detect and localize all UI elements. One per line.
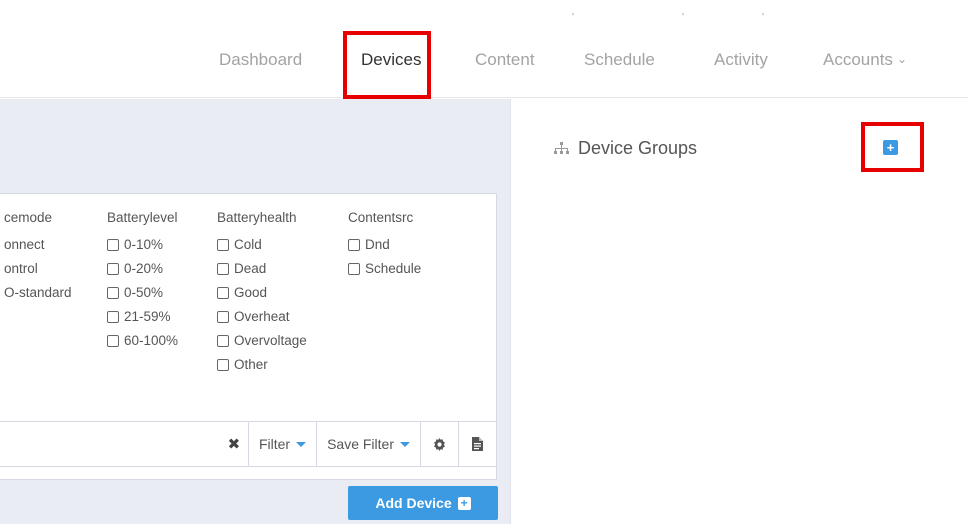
filter-column-header: Contentsrc xyxy=(348,210,414,225)
device-list-panel: cemode onnect ontrol O-standard Batteryl… xyxy=(0,99,511,524)
add-device-group-button[interactable]: + xyxy=(883,140,898,155)
close-icon[interactable]: ✖ xyxy=(220,422,248,466)
filter-option[interactable]: ontrol xyxy=(4,257,72,281)
filter-option[interactable]: Cold xyxy=(217,233,307,257)
caret-down-icon xyxy=(400,441,410,447)
nav-item-accounts[interactable]: Accounts ⌄ xyxy=(823,50,907,70)
decorative-dot: ' xyxy=(572,12,574,23)
checkbox[interactable] xyxy=(217,335,229,347)
add-device-label: Add Device xyxy=(375,495,452,511)
settings-button[interactable] xyxy=(420,422,458,466)
filter-column-batteryhealth: Batteryhealth Cold Dead Good Overheat Ov… xyxy=(217,210,307,377)
filter-option[interactable]: O-standard xyxy=(4,281,72,305)
filter-option[interactable]: Dnd xyxy=(348,233,421,257)
checkbox-label: Dead xyxy=(234,261,267,276)
filter-option[interactable]: Overvoltage xyxy=(217,329,307,353)
checkbox-label: 0-20% xyxy=(124,261,164,276)
save-filter-label: Save Filter xyxy=(327,436,394,452)
search-toolbar: ✖ Filter Save Filter xyxy=(0,421,497,467)
filter-column-header: cemode xyxy=(4,210,53,225)
checkbox[interactable] xyxy=(217,287,229,299)
device-groups-header: Device Groups xyxy=(553,138,697,159)
add-device-button[interactable]: Add Device + xyxy=(348,486,498,520)
device-groups-title: Device Groups xyxy=(578,138,698,158)
checkbox[interactable] xyxy=(107,311,119,323)
checkbox[interactable] xyxy=(107,335,119,347)
search-input[interactable] xyxy=(0,422,220,466)
top-nav: ' ' ' Dashboard Devices Content Schedule… xyxy=(0,0,968,98)
filter-column-header: Batterylevel xyxy=(107,210,178,225)
checkbox[interactable] xyxy=(217,311,229,323)
plus-square-icon: + xyxy=(457,496,471,510)
filter-option[interactable]: 60-100% xyxy=(107,329,178,353)
decorative-dot: ' xyxy=(762,12,764,23)
filter-option[interactable]: 21-59% xyxy=(107,305,178,329)
checkbox[interactable] xyxy=(348,239,360,251)
checkbox-label: Cold xyxy=(234,237,262,252)
document-icon xyxy=(472,437,483,451)
filter-option[interactable]: 0-50% xyxy=(107,281,178,305)
filter-option[interactable]: 0-10% xyxy=(107,233,178,257)
filter-option[interactable]: Schedule xyxy=(348,257,421,281)
filter-column-header: Batteryhealth xyxy=(217,210,297,225)
checkbox-label: 0-10% xyxy=(124,237,164,252)
checkbox[interactable] xyxy=(348,263,360,275)
checkbox-label: 21-59% xyxy=(124,309,171,324)
filter-option[interactable]: 0-20% xyxy=(107,257,178,281)
filter-option[interactable]: onnect xyxy=(4,233,72,257)
nav-item-schedule[interactable]: Schedule xyxy=(584,50,655,70)
nav-item-content[interactable]: Content xyxy=(475,50,535,70)
nav-item-devices[interactable]: Devices xyxy=(361,50,421,70)
sitemap-icon xyxy=(554,141,569,154)
checkbox[interactable] xyxy=(217,239,229,251)
gear-icon xyxy=(434,437,445,451)
filter-column-batterylevel: Batterylevel 0-10% 0-20% 0-50% 21-59% 60… xyxy=(107,210,178,353)
nav-item-activity[interactable]: Activity xyxy=(714,50,768,70)
checkbox-label: 0-50% xyxy=(124,285,164,300)
filter-column-contentsrc: Contentsrc Dnd Schedule xyxy=(348,210,421,281)
checkbox[interactable] xyxy=(107,287,119,299)
chevron-down-icon: ⌄ xyxy=(896,52,907,66)
checkbox-label: Dnd xyxy=(365,237,390,252)
filter-column-devicemode: cemode onnect ontrol O-standard xyxy=(4,210,72,305)
checkbox[interactable] xyxy=(217,359,229,371)
checkbox-label: Schedule xyxy=(365,261,422,276)
checkbox[interactable] xyxy=(217,263,229,275)
checkbox-label: Other xyxy=(234,357,268,372)
decorative-dot: ' xyxy=(682,12,684,23)
save-filter-dropdown-button[interactable]: Save Filter xyxy=(316,422,420,466)
filter-option[interactable]: Other xyxy=(217,353,307,377)
checkbox[interactable] xyxy=(107,263,119,275)
nav-item-dashboard[interactable]: Dashboard xyxy=(219,50,302,70)
export-button[interactable] xyxy=(458,422,496,466)
filter-dropdown-label: Filter xyxy=(258,436,291,452)
caret-down-icon xyxy=(296,441,307,447)
filter-dropdown-button[interactable]: Filter xyxy=(247,422,316,466)
nav-item-accounts-label: Accounts xyxy=(823,50,893,69)
checkbox-label: Good xyxy=(234,285,268,300)
filter-option[interactable]: Dead xyxy=(217,257,307,281)
checkbox[interactable] xyxy=(107,239,119,251)
filter-option[interactable]: Good xyxy=(217,281,307,305)
checkbox-label: 60-100% xyxy=(124,333,179,348)
checkbox-label: Overheat xyxy=(234,309,290,324)
filter-option[interactable]: Overheat xyxy=(217,305,307,329)
checkbox-label: Overvoltage xyxy=(234,333,307,348)
